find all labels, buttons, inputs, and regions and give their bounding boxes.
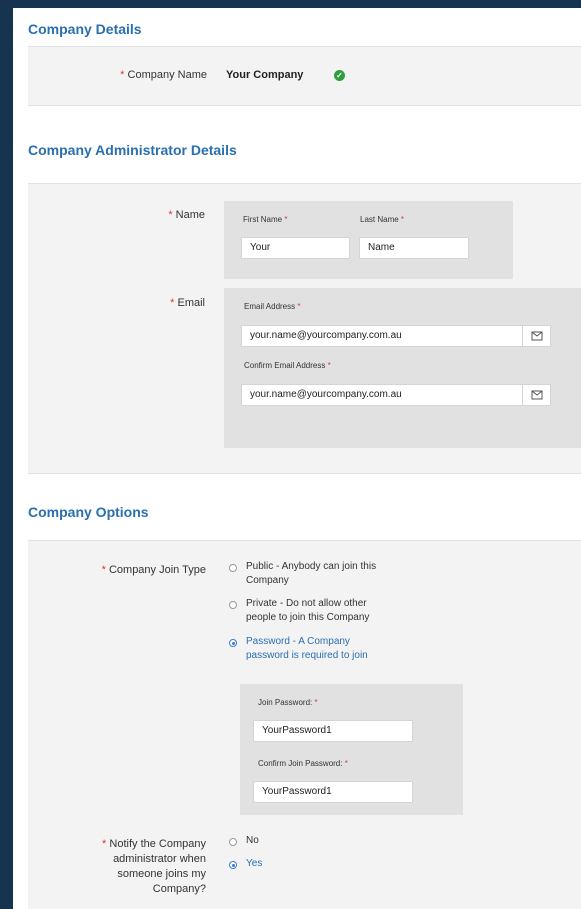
notify-yes-radio[interactable]	[229, 861, 237, 869]
notify-yes-option[interactable]: Yes	[246, 857, 262, 871]
envelope-icon	[531, 331, 543, 341]
company-form-page: Company Details * Company Name Your Comp…	[13, 8, 581, 909]
join-type-password-radio[interactable]	[229, 639, 237, 647]
company-details-heading: Company Details	[28, 21, 142, 37]
join-password-label: Join Password: *	[258, 698, 318, 707]
admin-details-band: * Name First Name * Your Last Name * Nam…	[28, 183, 581, 474]
join-password-panel: Join Password: * YourPassword1 Confirm J…	[240, 684, 463, 815]
envelope-icon	[531, 390, 543, 400]
join-type-password-option[interactable]: Password - A Company password is required…	[246, 635, 368, 663]
verified-check-icon: ✓	[334, 70, 345, 81]
join-type-public-option[interactable]: Public - Anybody can join this Company	[246, 560, 376, 588]
company-options-heading: Company Options	[28, 504, 149, 520]
last-name-input[interactable]: Name	[359, 237, 469, 259]
email-field-label: * Email	[170, 297, 205, 309]
join-type-private-option[interactable]: Private - Do not allow other people to jo…	[246, 597, 369, 625]
company-name-value: Your Company	[226, 69, 304, 81]
notify-no-radio[interactable]	[229, 838, 237, 846]
email-addon	[523, 325, 551, 347]
last-name-label: Last Name *	[360, 215, 405, 224]
name-field-label: * Name	[168, 209, 205, 221]
email-address-input[interactable]: your.name@yourcompany.com.au	[241, 325, 523, 347]
company-name-label: * Company Name	[120, 69, 207, 81]
first-name-input[interactable]: Your	[241, 237, 350, 259]
company-options-band: * Company Join Type Public - Anybody can…	[28, 540, 581, 909]
email-address-label: Email Address *	[244, 302, 301, 311]
notify-no-option[interactable]: No	[246, 834, 259, 848]
confirm-email-addon	[523, 384, 551, 406]
first-name-label: First Name *	[243, 215, 288, 224]
join-type-label: * Company Join Type	[101, 564, 206, 576]
confirm-email-input[interactable]: your.name@yourcompany.com.au	[241, 384, 523, 406]
confirm-join-password-input[interactable]: YourPassword1	[253, 781, 413, 803]
notify-admin-label: * Notify the Company administrator when …	[102, 838, 206, 895]
email-panel: Email Address * your.name@yourcompany.co…	[224, 288, 581, 448]
join-type-private-radio[interactable]	[229, 601, 237, 609]
join-type-public-radio[interactable]	[229, 564, 237, 572]
company-details-band: * Company Name Your Company ✓	[28, 46, 581, 106]
admin-details-heading: Company Administrator Details	[28, 142, 237, 158]
name-panel: First Name * Your Last Name * Name	[224, 201, 513, 279]
join-password-input[interactable]: YourPassword1	[253, 720, 413, 742]
confirm-email-label: Confirm Email Address *	[244, 361, 331, 370]
confirm-join-password-label: Confirm Join Password: *	[258, 759, 348, 768]
